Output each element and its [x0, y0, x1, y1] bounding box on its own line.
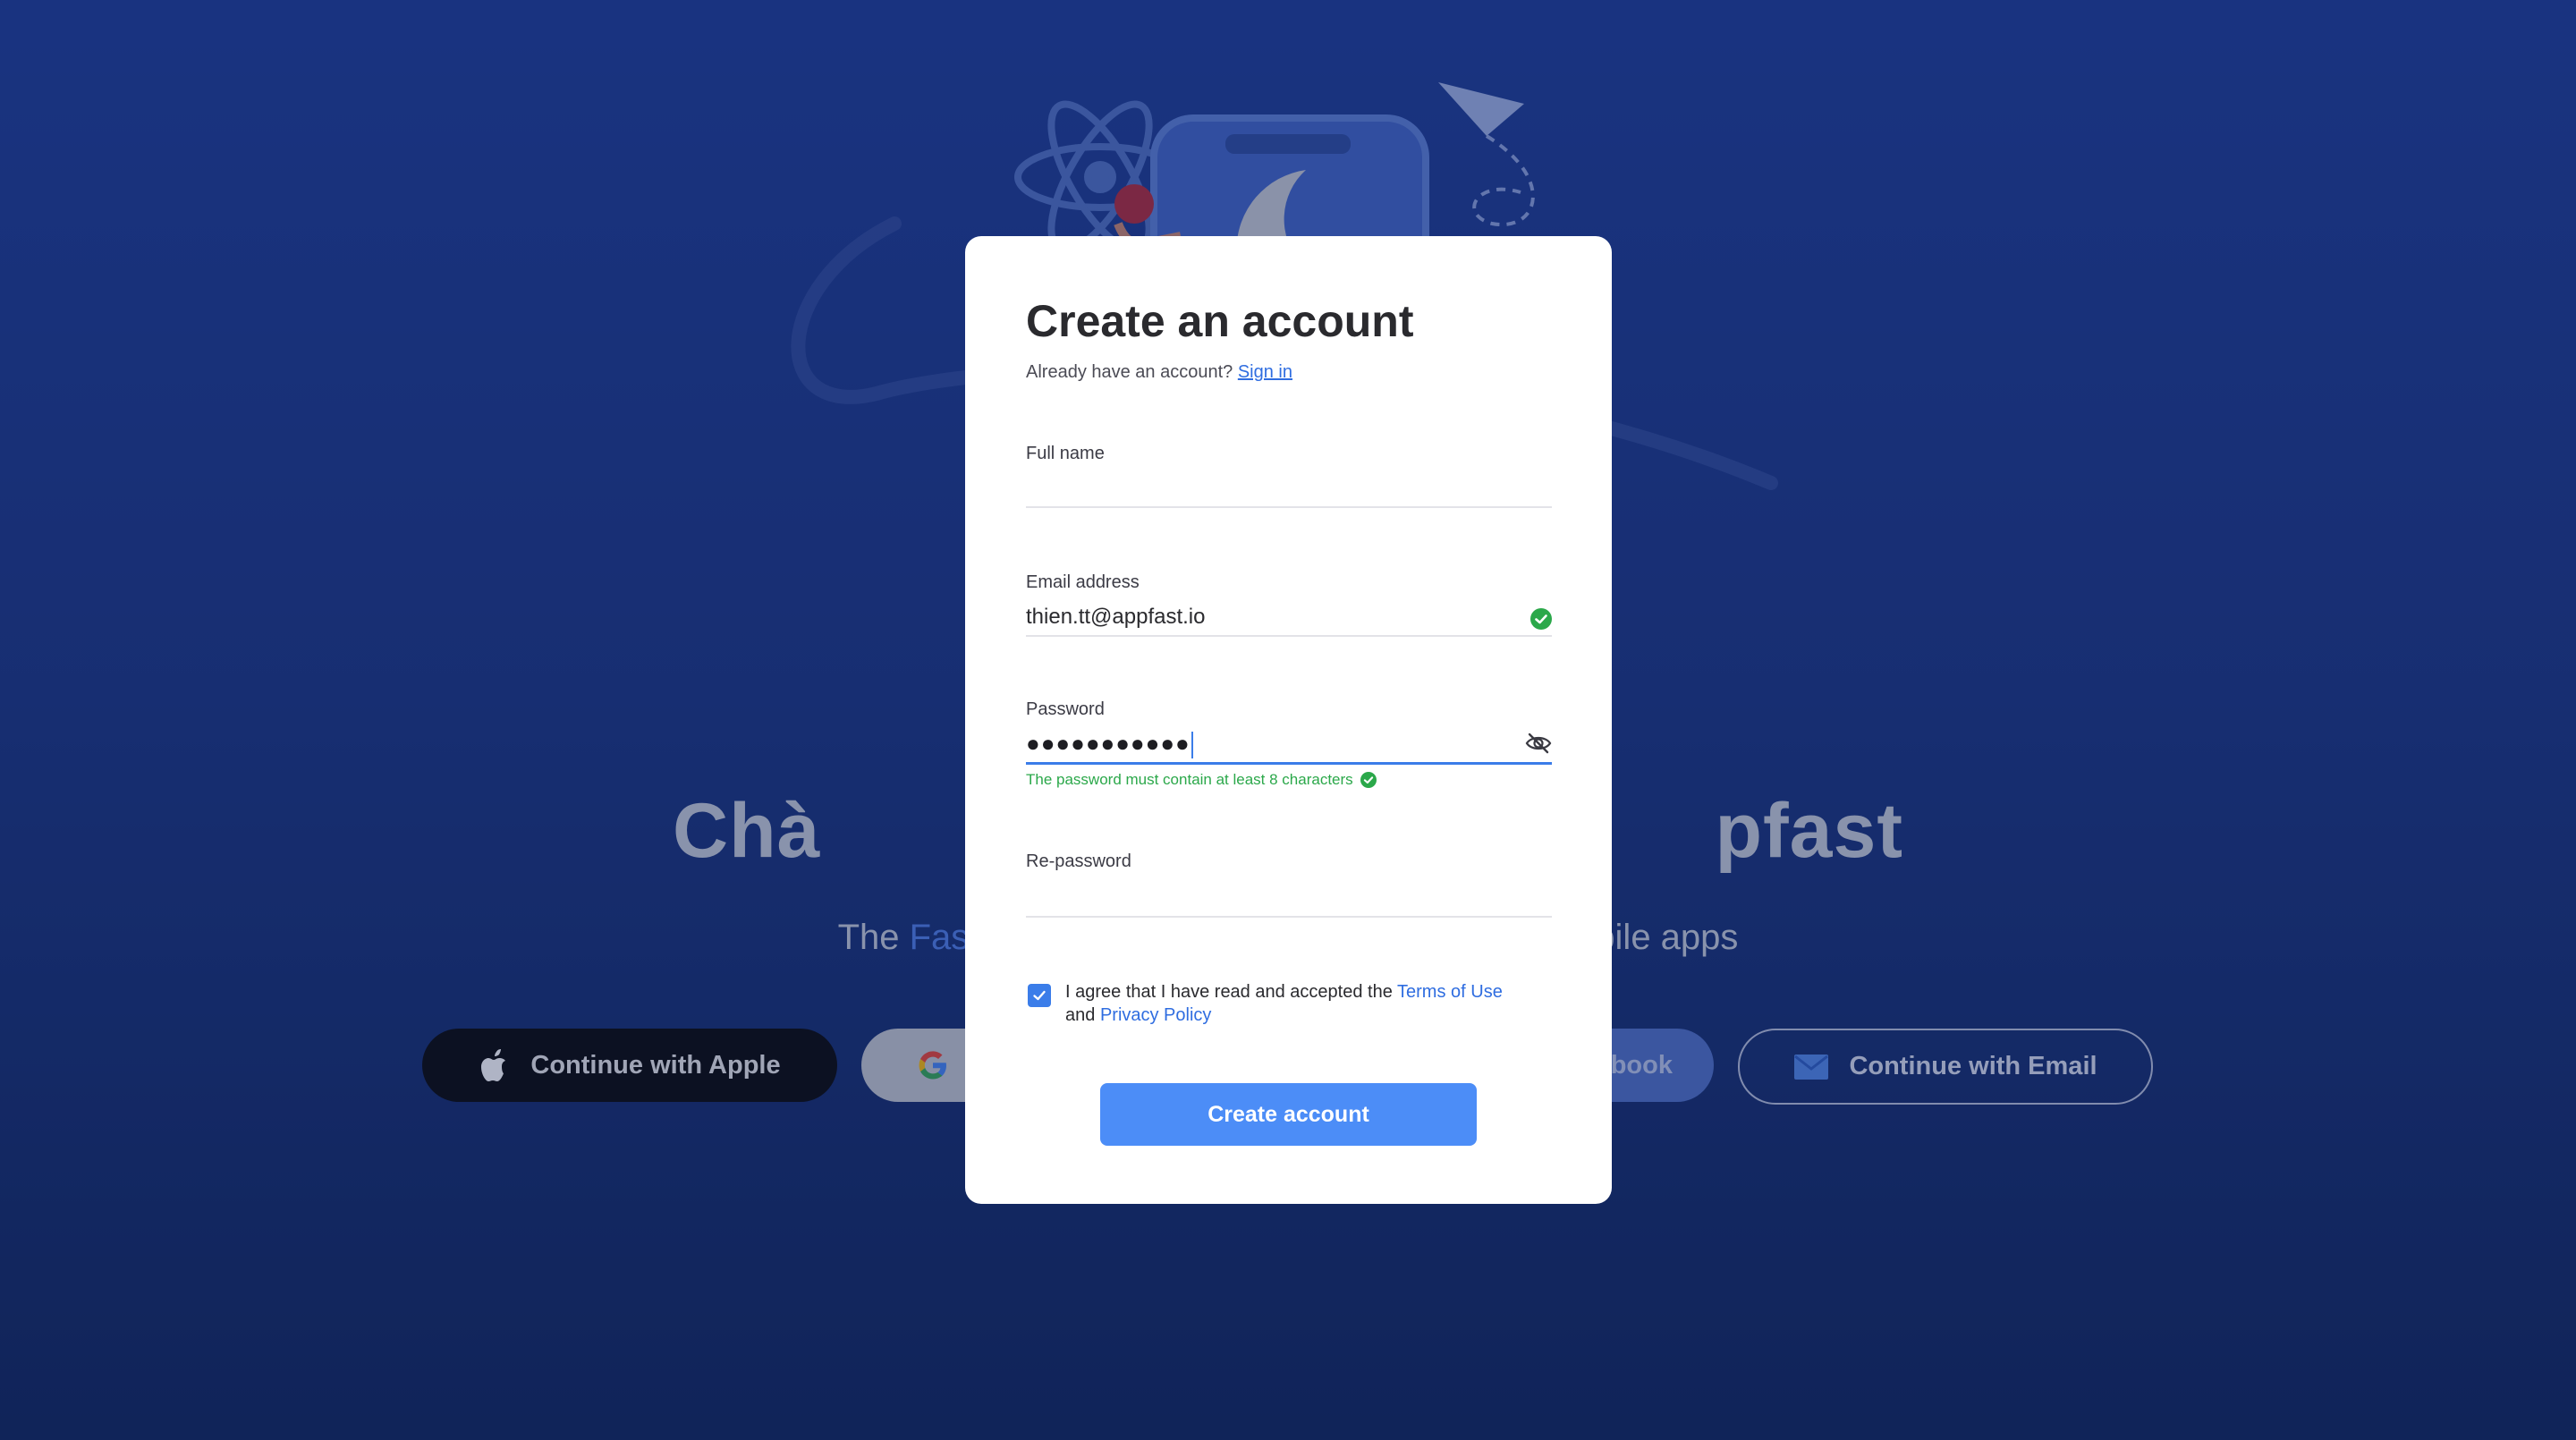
valid-check-icon	[1530, 608, 1552, 630]
full-name-field[interactable]: Full name	[1026, 444, 1552, 508]
password-dots: ●●●●●●●●●●●	[1026, 730, 1191, 757]
password-helper: The password must contain at least 8 cha…	[1026, 771, 1377, 789]
already-text: Already have an account?	[1026, 362, 1238, 382]
hide-password-icon[interactable]	[1525, 732, 1552, 755]
terms-agreement: I agree that I have read and accepted th…	[1028, 980, 1529, 1027]
dialog-title: Create an account	[1026, 296, 1414, 346]
email-underline	[1026, 635, 1552, 637]
re-password-label: Re-password	[1026, 851, 1131, 871]
password-input[interactable]: ●●●●●●●●●●●	[1026, 730, 1193, 759]
password-underline	[1026, 762, 1552, 765]
privacy-policy-link[interactable]: Privacy Policy	[1100, 1005, 1211, 1025]
email-field[interactable]: Email address thien.tt@appfast.io	[1026, 572, 1552, 637]
checkmark-icon	[1033, 990, 1046, 1001]
and-label: and	[1065, 1005, 1100, 1025]
sign-in-link[interactable]: Sign in	[1238, 362, 1292, 382]
re-password-underline	[1026, 916, 1552, 918]
text-cursor	[1191, 732, 1193, 759]
email-label: Email address	[1026, 572, 1140, 592]
agree-label: I agree that I have read and accepted th…	[1065, 982, 1398, 1002]
password-field[interactable]: Password ●●●●●●●●●●●	[1026, 699, 1552, 766]
already-have-account: Already have an account? Sign in	[1026, 362, 1551, 383]
email-input[interactable]: thien.tt@appfast.io	[1026, 605, 1205, 630]
password-helper-text: The password must contain at least 8 cha…	[1026, 771, 1353, 788]
full-name-underline	[1026, 506, 1552, 508]
agree-text: I agree that I have read and accepted th…	[1065, 980, 1503, 1027]
agree-checkbox[interactable]	[1028, 984, 1051, 1007]
create-account-button[interactable]: Create account	[1100, 1083, 1477, 1146]
full-name-label: Full name	[1026, 444, 1105, 463]
helper-check-icon	[1360, 772, 1377, 788]
create-account-dialog: Create an account Already have an accoun…	[965, 236, 1612, 1204]
re-password-field[interactable]: Re-password	[1026, 851, 1552, 918]
terms-of-use-link[interactable]: Terms of Use	[1397, 982, 1503, 1002]
password-label: Password	[1026, 699, 1105, 719]
